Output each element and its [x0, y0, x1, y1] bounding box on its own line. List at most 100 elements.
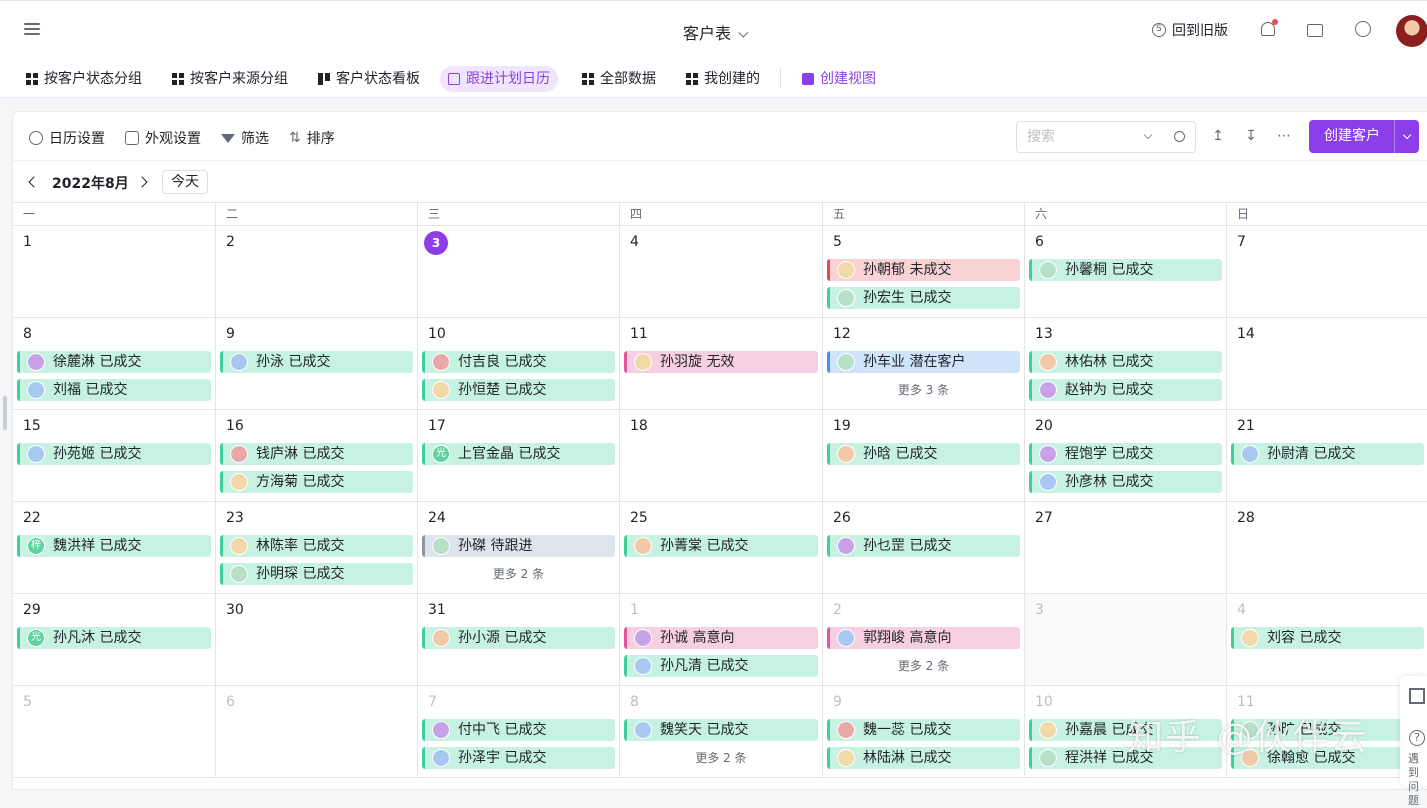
calendar-day-cell[interactable]: 15 孙苑姬 已成交 — [13, 410, 215, 502]
sort-button[interactable]: ⇅ 排序 — [289, 128, 335, 148]
calendar-day-cell[interactable]: 6 孙馨桐 已成交 — [1024, 226, 1226, 318]
calendar-day-cell[interactable]: 7 付中飞 已成交 孙泽宇 已成交 — [417, 686, 619, 778]
calendar-event[interactable]: 孙尉清 已成交 — [1231, 443, 1424, 465]
bell-icon[interactable] — [1259, 19, 1278, 39]
calendar-day-cell[interactable]: 10 付吉良 已成交 孙恒楚 已成交 — [417, 318, 619, 410]
calendar-event[interactable]: 孙馨桐 已成交 — [1029, 259, 1222, 281]
calendar-event[interactable]: 程饱学 已成交 — [1029, 443, 1222, 465]
sidebar-resize-handle[interactable] — [3, 396, 7, 430]
calendar-event[interactable]: 孙磔 待跟进 — [422, 535, 615, 557]
calendar-event[interactable]: 孙泽宇 已成交 — [422, 747, 615, 769]
create-customer-button[interactable]: 创建客户 — [1309, 120, 1419, 153]
more-events-link[interactable]: 更多 2 条 — [823, 657, 1024, 674]
calendar-day-cell[interactable]: 6 — [215, 686, 417, 778]
calendar-event[interactable]: 梓魏洪祥 已成交 — [17, 535, 211, 557]
calendar-day-cell[interactable]: 31 孙小源 已成交 — [417, 594, 619, 686]
prev-month-icon[interactable] — [28, 176, 40, 188]
calendar-day-cell[interactable]: 23 林陈率 已成交 孙明琛 已成交 — [215, 502, 417, 594]
calendar-day-cell[interactable]: 30 — [215, 594, 417, 686]
calendar-event[interactable]: 孙凡清 已成交 — [624, 655, 818, 677]
more-events-link[interactable]: 更多 2 条 — [620, 749, 822, 766]
tab-all-data[interactable]: 全部数据 — [574, 66, 664, 92]
calendar-day-cell[interactable]: 28 — [1226, 502, 1427, 594]
help-label[interactable]: 遇到问题 — [1408, 752, 1422, 808]
calendar-day-cell[interactable]: 19 孙晗 已成交 — [822, 410, 1024, 502]
calendar-event[interactable]: 方海菊 已成交 — [220, 471, 413, 493]
calendar-event[interactable]: 魏笑天 已成交 — [624, 719, 818, 741]
tab-customer-status-group[interactable]: 按客户状态分组 — [18, 66, 150, 92]
calendar-event[interactable]: 孙宏生 已成交 — [827, 287, 1020, 309]
calendar-day-cell[interactable]: 13 林佑林 已成交 赵钟为 已成交 — [1024, 318, 1226, 410]
calendar-day-cell[interactable]: 25 孙菁棠 已成交 — [619, 502, 822, 594]
download-icon[interactable]: ↧ — [1243, 129, 1259, 145]
calendar-day-cell[interactable]: 7 — [1226, 226, 1427, 318]
calendar-event[interactable]: 光上官金晶 已成交 — [422, 443, 615, 465]
tab-follow-up-calendar[interactable]: 跟进计划日历 — [440, 66, 558, 92]
calendar-event[interactable]: 林陈率 已成交 — [220, 535, 413, 557]
calendar-day-cell[interactable]: 21 孙尉清 已成交 — [1226, 410, 1427, 502]
calendar-event[interactable]: 孙车业 潜在客户 — [827, 351, 1020, 373]
calendar-day-cell[interactable]: 11 孙羽旋 无效 — [619, 318, 822, 410]
calendar-event[interactable]: 孙泳 已成交 — [220, 351, 413, 373]
calendar-day-cell[interactable]: 1 — [13, 226, 215, 318]
filter-button[interactable]: 筛选 — [221, 128, 269, 148]
calendar-day-cell[interactable]: 12 孙车业 潜在客户 更多 3 条 — [822, 318, 1024, 410]
calendar-event[interactable]: 付吉良 已成交 — [422, 351, 615, 373]
compass-icon[interactable] — [1355, 21, 1373, 39]
calendar-event[interactable]: 郭翔峻 高意向 — [827, 627, 1020, 649]
calendar-event[interactable]: 赵钟为 已成交 — [1029, 379, 1222, 401]
calendar-event[interactable]: 孙乜罡 已成交 — [827, 535, 1020, 557]
calendar-event[interactable]: 魏一蕊 已成交 — [827, 719, 1020, 741]
calendar-day-cell[interactable]: 5 孙朝郁 未成交 孙宏生 已成交 — [822, 226, 1024, 318]
calendar-event[interactable]: 林佑林 已成交 — [1029, 351, 1222, 373]
calendar-day-cell[interactable]: 14 — [1226, 318, 1427, 410]
calendar-day-cell[interactable]: 26 孙乜罡 已成交 — [822, 502, 1024, 594]
tab-created-by-me[interactable]: 我创建的 — [678, 66, 768, 92]
calendar-day-cell[interactable]: 29 光孙凡沐 已成交 — [13, 594, 215, 686]
calendar-day-cell[interactable]: 24 孙磔 待跟进 更多 2 条 — [417, 502, 619, 594]
calendar-day-cell[interactable]: 2 — [215, 226, 417, 318]
calendar-day-cell[interactable]: 8 徐麓淋 已成交 刘福 已成交 — [13, 318, 215, 410]
more-icon[interactable]: ⋯ — [1276, 129, 1292, 145]
calendar-event[interactable]: 刘容 已成交 — [1231, 627, 1424, 649]
calendar-event[interactable]: 孙晗 已成交 — [827, 443, 1020, 465]
search-icon[interactable] — [1174, 131, 1185, 142]
calendar-event[interactable]: 光孙凡沐 已成交 — [17, 627, 211, 649]
calendar-event[interactable]: 林陆淋 已成交 — [827, 747, 1020, 769]
calendar-day-cell[interactable]: 20 程饱学 已成交 孙彦林 已成交 — [1024, 410, 1226, 502]
back-to-old-version-button[interactable]: S 回到旧版 — [1152, 20, 1228, 40]
calendar-day-cell[interactable]: 3 — [1024, 594, 1226, 686]
calendar-event[interactable]: 孙苑姬 已成交 — [17, 443, 211, 465]
calendar-event[interactable]: 孙朝郁 未成交 — [827, 259, 1020, 281]
calendar-settings-button[interactable]: 日历设置 — [29, 128, 105, 148]
chevron-down-icon[interactable] — [1143, 130, 1153, 140]
calendar-day-cell[interactable]: 8 魏笑天 已成交 更多 2 条 — [619, 686, 822, 778]
calendar-event[interactable]: 刘福 已成交 — [17, 379, 211, 401]
calendar-day-cell[interactable]: 4 — [619, 226, 822, 318]
help-icon[interactable]: ? — [1409, 730, 1425, 746]
calendar-event[interactable]: 孙菁棠 已成交 — [624, 535, 818, 557]
user-avatar[interactable] — [1396, 15, 1427, 47]
calendar-event[interactable]: 孙诚 高意向 — [624, 627, 818, 649]
qr-code-icon[interactable] — [1409, 688, 1425, 704]
tab-customer-source-group[interactable]: 按客户来源分组 — [164, 66, 296, 92]
today-button[interactable]: 今天 — [162, 170, 208, 194]
calendar-day-cell[interactable]: 22 梓魏洪祥 已成交 — [13, 502, 215, 594]
calendar-day-cell[interactable]: 27 — [1024, 502, 1226, 594]
chevron-down-icon[interactable] — [1402, 130, 1412, 140]
calendar-day-cell[interactable]: 5 — [13, 686, 215, 778]
calendar-day-cell[interactable]: 1 孙诚 高意向 孙凡清 已成交 — [619, 594, 822, 686]
calendar-day-cell[interactable]: 18 — [619, 410, 822, 502]
calendar-event[interactable]: 付中飞 已成交 — [422, 719, 615, 741]
calendar-day-cell[interactable]: 16 钱庐淋 已成交 方海菊 已成交 — [215, 410, 417, 502]
more-events-link[interactable]: 更多 2 条 — [418, 565, 619, 582]
calendar-day-cell[interactable]: 3 — [417, 226, 619, 318]
calendar-event[interactable]: 孙小源 已成交 — [422, 627, 615, 649]
briefcase-icon[interactable] — [1307, 21, 1325, 39]
tab-customer-status-kanban[interactable]: 客户状态看板 — [310, 66, 428, 92]
calendar-day-cell[interactable]: 9 孙泳 已成交 — [215, 318, 417, 410]
next-month-icon[interactable] — [136, 176, 148, 188]
search-input[interactable]: 搜索 — [1016, 121, 1196, 153]
calendar-day-cell[interactable]: 4 刘容 已成交 — [1226, 594, 1427, 686]
calendar-event[interactable]: 孙彦林 已成交 — [1029, 471, 1222, 493]
